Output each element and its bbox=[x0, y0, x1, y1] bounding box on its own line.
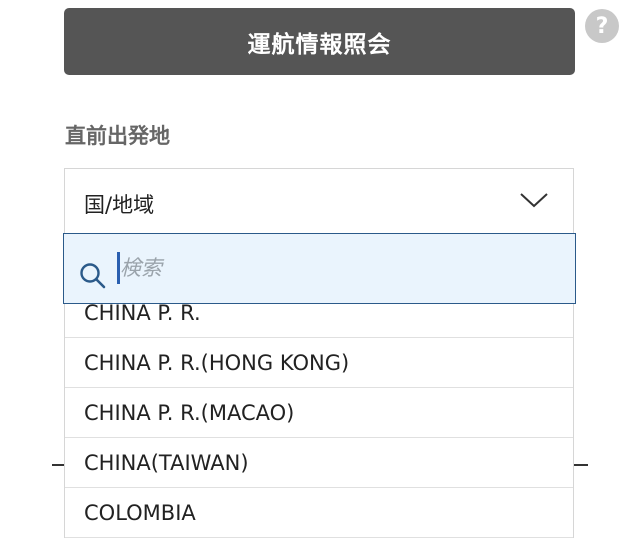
page: 運航情報照会 ? 直前出発地 国/地域 CHINA P. R. CHINA P.… bbox=[0, 0, 640, 538]
list-item[interactable]: CHINA P. R.(HONG KONG) bbox=[65, 338, 573, 388]
chevron-down-icon bbox=[520, 193, 548, 208]
country-options-list[interactable]: CHINA P. R. CHINA P. R.(HONG KONG) CHINA… bbox=[64, 288, 574, 538]
search-box[interactable] bbox=[63, 233, 576, 304]
list-item[interactable]: CHINA P. R.(MACAO) bbox=[65, 388, 573, 438]
country-region-select[interactable]: 国/地域 bbox=[64, 168, 574, 234]
list-item[interactable]: CHINA(TAIWAN) bbox=[65, 438, 573, 488]
list-item[interactable]: COLOMBIA bbox=[65, 488, 573, 538]
origin-label: 直前出発地 bbox=[65, 124, 170, 148]
help-icon[interactable]: ? bbox=[585, 9, 619, 43]
text-caret bbox=[117, 252, 120, 284]
select-value: 国/地域 bbox=[84, 193, 155, 217]
search-input[interactable] bbox=[115, 250, 560, 286]
page-title: 運航情報照会 bbox=[247, 31, 392, 58]
flight-info-header: 運航情報照会 bbox=[64, 8, 575, 75]
divider-right bbox=[574, 464, 588, 466]
search-icon bbox=[80, 263, 106, 289]
